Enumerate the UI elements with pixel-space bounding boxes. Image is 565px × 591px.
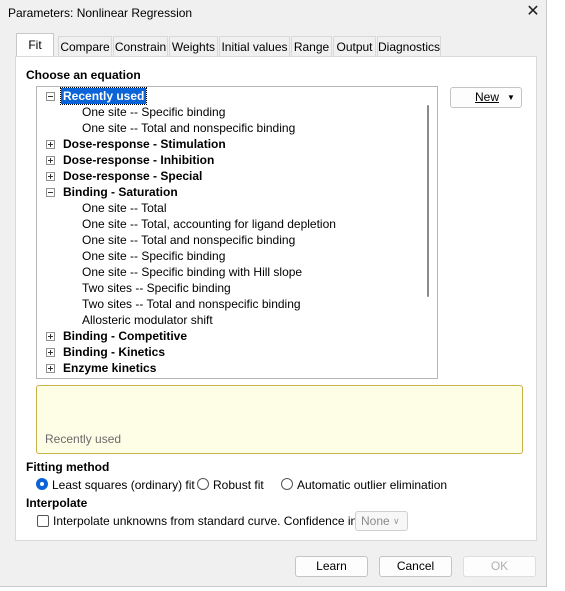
radio-label: Least squares (ordinary) fit <box>52 478 195 492</box>
tree-category-binding-kinetics[interactable]: Binding - Kinetics <box>37 344 437 360</box>
tree-item[interactable]: One site -- Total, accounting for ligand… <box>37 216 437 232</box>
tree-category-label: Binding - Saturation <box>63 185 178 199</box>
tab-output[interactable]: Output <box>333 36 376 56</box>
new-equation-button[interactable]: New ▼ <box>450 87 522 108</box>
expand-icon[interactable] <box>46 140 55 149</box>
expand-icon[interactable] <box>46 172 55 181</box>
tree-item[interactable]: One site -- Specific binding with Hill s… <box>37 264 437 280</box>
tree-item[interactable]: One site -- Specific binding <box>37 104 437 120</box>
expand-icon[interactable] <box>46 332 55 341</box>
title-bar: Parameters: Nonlinear Regression ✕ <box>0 0 547 26</box>
tree-item[interactable]: One site -- Total and nonspecific bindin… <box>37 232 437 248</box>
tree-category-dose-response-special[interactable]: Dose-response - Special <box>37 168 437 184</box>
tree-category-label: Binding - Kinetics <box>63 345 165 359</box>
tab-diagnostics[interactable]: Diagnostics <box>377 36 441 56</box>
tree-item-label: Two sites -- Specific binding <box>82 281 231 295</box>
tree-category-label: Dose-response - Stimulation <box>63 137 226 151</box>
tree-item[interactable]: One site -- Total and nonspecific bindin… <box>37 120 437 136</box>
tree-category-enzyme-kinetics[interactable]: Enzyme kinetics <box>37 360 437 376</box>
tree-category-dose-response-inhibition[interactable]: Dose-response - Inhibition <box>37 152 437 168</box>
tree-category-label: Enzyme kinetics <box>63 361 157 375</box>
tree-item-label: One site -- Total, accounting for ligand… <box>82 217 336 231</box>
interpolate-checkbox-label: Interpolate unknowns from standard curve… <box>53 514 390 528</box>
close-icon[interactable]: ✕ <box>522 2 544 22</box>
tree-item[interactable]: Two sites -- Total and nonspecific bindi… <box>37 296 437 312</box>
tree-item[interactable]: Two sites -- Specific binding <box>37 280 437 296</box>
choose-equation-label: Choose an equation <box>26 68 141 82</box>
radio-label: Automatic outlier elimination <box>297 478 448 492</box>
tree-item[interactable]: One site -- Total <box>37 200 437 216</box>
new-button-label: New <box>475 90 500 104</box>
tree-category-recently-used[interactable]: Recently used <box>37 87 437 105</box>
fitting-method-label: Fitting method <box>26 460 110 474</box>
tree-item-label: One site -- Specific binding <box>82 105 226 119</box>
confidence-interval-value: None <box>361 514 390 528</box>
tree-category-dose-response-stimulation[interactable]: Dose-response - Stimulation <box>37 136 437 152</box>
tab-weights[interactable]: Weights <box>169 36 218 56</box>
tree-item-label: One site -- Total and nonspecific bindin… <box>82 233 296 247</box>
expand-icon[interactable] <box>46 364 55 373</box>
tree-item[interactable]: Allosteric modulator shift <box>37 312 437 328</box>
tree-item-label: One site -- Total and nonspecific bindin… <box>82 121 296 135</box>
radio-selected-icon[interactable] <box>36 478 48 490</box>
window-title: Parameters: Nonlinear Regression <box>8 6 193 20</box>
tab-initial-values[interactable]: Initial values <box>219 36 290 56</box>
dropdown-arrow-icon: ▼ <box>507 93 515 102</box>
chevron-down-icon: ∨ <box>393 516 400 526</box>
tree-category-label: Recently used <box>59 87 148 105</box>
tab-compare[interactable]: Compare <box>58 36 112 56</box>
expand-icon[interactable] <box>46 348 55 357</box>
tree-item-label: Allosteric modulator shift <box>82 313 213 327</box>
interpolate-checkbox[interactable] <box>37 515 49 527</box>
dialog-window: Parameters: Nonlinear Regression ✕ Fit C… <box>0 0 547 587</box>
tree-category-label: Dose-response - Special <box>63 169 203 183</box>
tree-item-label: One site -- Specific binding <box>82 249 226 263</box>
description-text: Recently used <box>45 432 122 446</box>
cancel-button[interactable]: Cancel <box>379 556 452 577</box>
tree-category-binding-competitive[interactable]: Binding - Competitive <box>37 328 437 344</box>
tree-category-label: Dose-response - Inhibition <box>63 153 215 167</box>
radio-icon[interactable] <box>197 478 209 490</box>
tree-category-binding-saturation[interactable]: Binding - Saturation <box>37 184 437 200</box>
tree-item[interactable]: One site -- Specific binding <box>37 248 437 264</box>
tree-item-label: One site -- Total <box>82 201 167 215</box>
tab-range[interactable]: Range <box>291 36 332 56</box>
equation-description: Recently used <box>36 385 523 454</box>
radio-icon[interactable] <box>281 478 293 490</box>
ok-button[interactable]: OK <box>463 556 536 577</box>
tab-constrain[interactable]: Constrain <box>113 36 168 56</box>
tree-item-label: One site -- Specific binding with Hill s… <box>82 265 303 279</box>
learn-button[interactable]: Learn <box>295 556 368 577</box>
tree-scrollbar[interactable] <box>427 105 429 297</box>
radio-label: Robust fit <box>213 478 264 492</box>
tab-fit[interactable]: Fit <box>16 33 54 56</box>
expand-icon[interactable] <box>46 156 55 165</box>
confidence-interval-select[interactable]: None ∨ <box>355 511 408 531</box>
collapse-icon[interactable] <box>46 188 55 197</box>
tree-category-label: Binding - Competitive <box>63 329 187 343</box>
equation-tree[interactable]: Recently used One site -- Specific bindi… <box>36 86 438 379</box>
tree-item-label: Two sites -- Total and nonspecific bindi… <box>82 297 301 311</box>
interpolate-label: Interpolate <box>26 496 88 510</box>
collapse-icon[interactable] <box>46 92 55 101</box>
